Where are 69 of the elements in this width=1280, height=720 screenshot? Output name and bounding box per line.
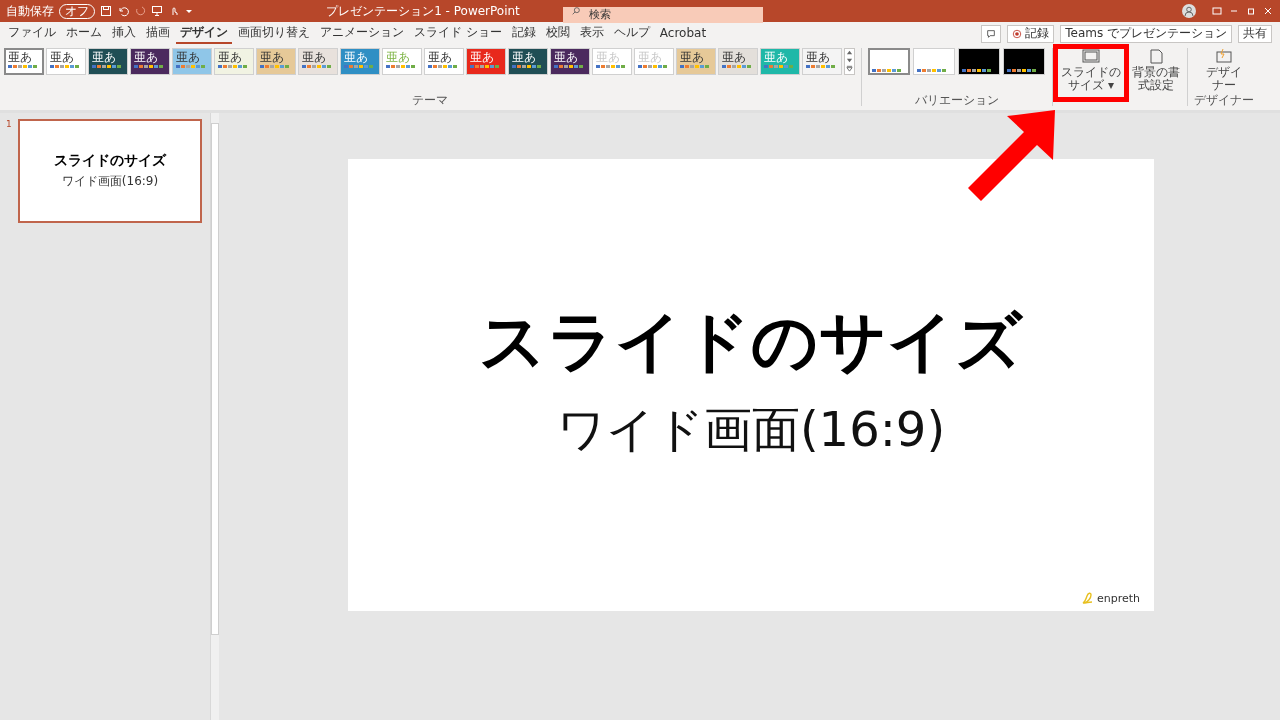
scrollbar[interactable] [210, 113, 219, 720]
logo-icon [1080, 591, 1095, 605]
thumbnail-title: スライドのサイズ [54, 152, 166, 170]
restore-icon[interactable] [1245, 5, 1257, 17]
scroll-down-icon[interactable] [846, 57, 853, 64]
scroll-up-icon[interactable] [846, 49, 853, 56]
slide-frame-icon [1081, 48, 1101, 64]
group-label: デザイナー [1194, 92, 1254, 109]
theme-thumbnail[interactable]: 亜あ [424, 48, 464, 75]
theme-thumbnail[interactable]: 亜あ [172, 48, 212, 75]
thumbnail-subtitle: ワイド画面(16:9) [61, 173, 159, 190]
theme-thumbnail[interactable]: 亜あ [130, 48, 170, 75]
slide-title: スライドのサイズ [479, 304, 1023, 380]
theme-thumbnail[interactable]: 亜あ [508, 48, 548, 75]
more-icon[interactable] [846, 65, 853, 72]
theme-thumbnail[interactable]: 亜あ [4, 48, 44, 75]
theme-thumbnail[interactable]: 亜あ [214, 48, 254, 75]
group-label: テーマ [411, 92, 448, 109]
designer-button[interactable]: デザイナー [1203, 48, 1245, 92]
theme-thumbnail[interactable]: 亜あ [466, 48, 506, 75]
customize-icon[interactable] [185, 7, 193, 15]
ribbon-tab[interactable]: 画面切り替え [234, 23, 314, 44]
record-button[interactable]: 記録 [1007, 24, 1055, 43]
theme-thumbnail[interactable]: 亜あ [550, 48, 590, 75]
logo-text: enpreth [1096, 591, 1140, 605]
format-background-button[interactable]: 背景の書式設定 [1131, 48, 1181, 92]
ribbon-tab[interactable]: 記録 [507, 23, 540, 44]
ribbon-tab[interactable]: アニメーション [316, 23, 408, 44]
variation-thumbnail[interactable] [913, 48, 955, 75]
comment-icon [986, 28, 997, 39]
autosave-label: 自動保存 [6, 2, 54, 20]
presenter-icon[interactable] [151, 5, 163, 17]
ribbon-tab[interactable]: ホーム [62, 23, 106, 44]
variation-thumbnail[interactable] [958, 48, 1000, 75]
record-icon [1012, 28, 1023, 39]
slide-size-button[interactable]: スライドのサイズ ▾ [1059, 48, 1123, 92]
variation-thumbnail[interactable] [1003, 48, 1045, 75]
ribbon-tab[interactable]: 描画 [142, 23, 174, 44]
ribbon-display-icon[interactable] [1211, 5, 1223, 17]
slide-number: 1 [5, 119, 13, 131]
search-field[interactable]: 検索 [563, 6, 763, 23]
slide-thumbnail[interactable]: スライドのサイズ ワイド画面(16:9) [18, 119, 202, 223]
theme-thumbnail[interactable]: 亜あ [340, 48, 380, 75]
theme-thumbnail[interactable]: 亜あ [676, 48, 716, 75]
theme-thumbnail[interactable]: 亜あ [46, 48, 86, 75]
group-label: バリエーション [915, 92, 999, 109]
theme-thumbnail[interactable]: 亜あ [298, 48, 338, 75]
ribbon-tab[interactable]: Acrobat [655, 24, 711, 43]
ribbon-tab[interactable]: 表示 [575, 23, 608, 44]
account-icon[interactable] [1182, 4, 1196, 18]
comments-button[interactable] [981, 24, 1002, 43]
ribbon-tab[interactable]: ファイル [4, 23, 60, 44]
theme-thumbnail[interactable]: 亜あ [88, 48, 128, 75]
theme-thumbnail[interactable]: 亜あ [256, 48, 296, 75]
ribbon-tab[interactable]: スライド ショー [410, 23, 506, 44]
theme-thumbnail[interactable]: 亜あ [802, 48, 842, 75]
ribbon-tab[interactable]: 校閲 [541, 23, 574, 44]
undo-icon[interactable] [117, 5, 129, 17]
theme-thumbnail[interactable]: 亜あ [718, 48, 758, 75]
ribbon-tab[interactable]: 挿入 [108, 23, 140, 44]
window-title: プレゼンテーション1 - PowerPoint [325, 2, 521, 20]
slide-subtitle: ワイド画面(16:9) [556, 400, 946, 459]
share-button[interactable]: 共有 [1238, 24, 1272, 43]
designer-icon [1214, 48, 1234, 64]
save-icon[interactable] [100, 5, 112, 17]
teams-present-button[interactable]: Teams でプレゼンテーション [1060, 24, 1232, 43]
variation-thumbnail[interactable] [868, 48, 910, 75]
close-icon[interactable] [1262, 5, 1274, 17]
ribbon-tab[interactable]: ヘルプ [609, 23, 654, 44]
